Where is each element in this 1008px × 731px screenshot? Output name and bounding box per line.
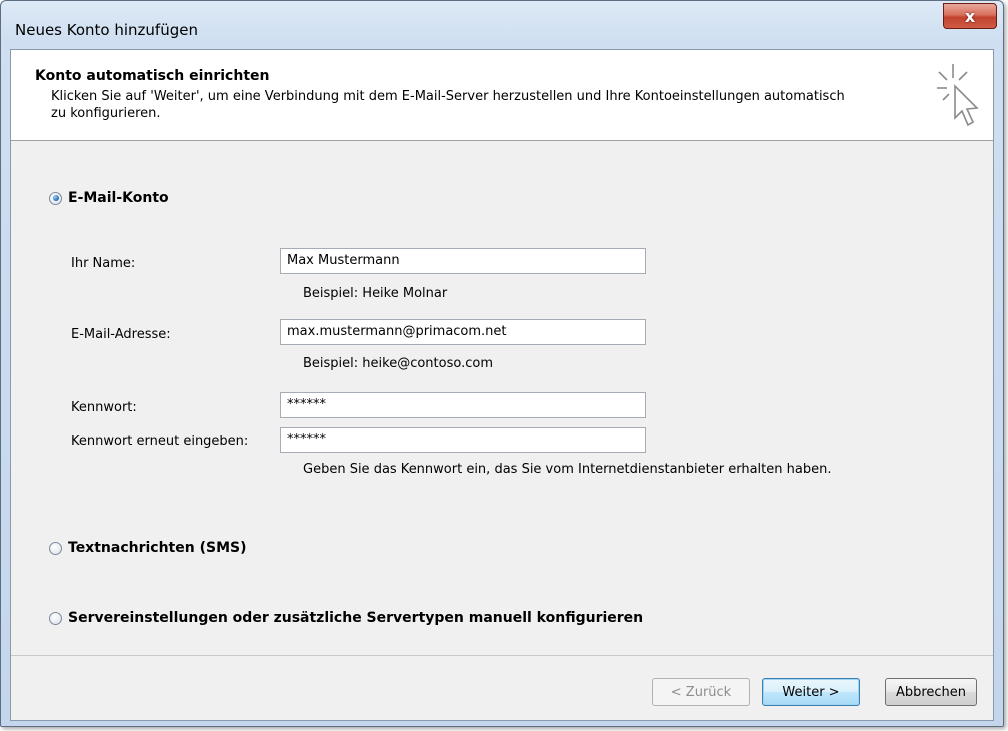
dialog-window: Neues Konto hinzufügen x Konto automatis… xyxy=(0,0,1004,727)
password-hint: Geben Sie das Kennwort ein, das Sie vom … xyxy=(303,462,832,477)
window-title: Neues Konto hinzufügen xyxy=(15,21,198,39)
footer-divider xyxy=(11,655,993,656)
name-input[interactable]: Max Mustermann xyxy=(280,248,646,274)
email-address-input[interactable]: max.mustermann@primacom.net xyxy=(280,319,646,345)
email-address-label: E-Mail-Adresse: xyxy=(71,327,171,342)
dialog-body: Konto automatisch einrichten Klicken Sie… xyxy=(10,49,994,721)
option-sms[interactable]: Textnachrichten (SMS) xyxy=(49,540,246,556)
title-bar[interactable]: Neues Konto hinzufügen x xyxy=(1,1,1003,49)
password-repeat-input[interactable]: ****** xyxy=(280,427,646,453)
sms-radio[interactable] xyxy=(49,541,62,555)
name-hint: Beispiel: Heike Molnar xyxy=(303,286,448,301)
sms-label: Textnachrichten (SMS) xyxy=(68,540,247,556)
header-description: Klicken Sie auf 'Weiter', um eine Verbin… xyxy=(51,89,845,121)
close-icon: x xyxy=(964,6,976,26)
password-input[interactable]: ****** xyxy=(280,392,646,418)
next-button[interactable]: Weiter > xyxy=(762,678,860,706)
manual-config-label: Servereinstellungen oder zusätzliche Ser… xyxy=(68,610,644,626)
option-email-account[interactable]: E-Mail-Konto xyxy=(49,190,169,206)
name-label: Ihr Name: xyxy=(71,256,136,271)
cursor-sparkle-icon xyxy=(937,64,979,127)
email-account-label: E-Mail-Konto xyxy=(68,190,169,206)
header-title: Konto automatisch einrichten xyxy=(35,68,270,84)
password-repeat-label: Kennwort erneut eingeben: xyxy=(71,434,249,449)
email-account-radio[interactable] xyxy=(49,191,62,205)
close-button[interactable]: x xyxy=(943,3,997,29)
email-address-hint: Beispiel: heike@contoso.com xyxy=(303,356,493,371)
cancel-button[interactable]: Abbrechen xyxy=(885,678,977,706)
option-manual-config[interactable]: Servereinstellungen oder zusätzliche Ser… xyxy=(49,610,643,626)
back-button[interactable]: < Zurück xyxy=(652,678,750,706)
manual-config-radio[interactable] xyxy=(49,611,62,625)
password-label: Kennwort: xyxy=(71,400,137,415)
header-panel: Konto automatisch einrichten Klicken Sie… xyxy=(11,50,993,141)
